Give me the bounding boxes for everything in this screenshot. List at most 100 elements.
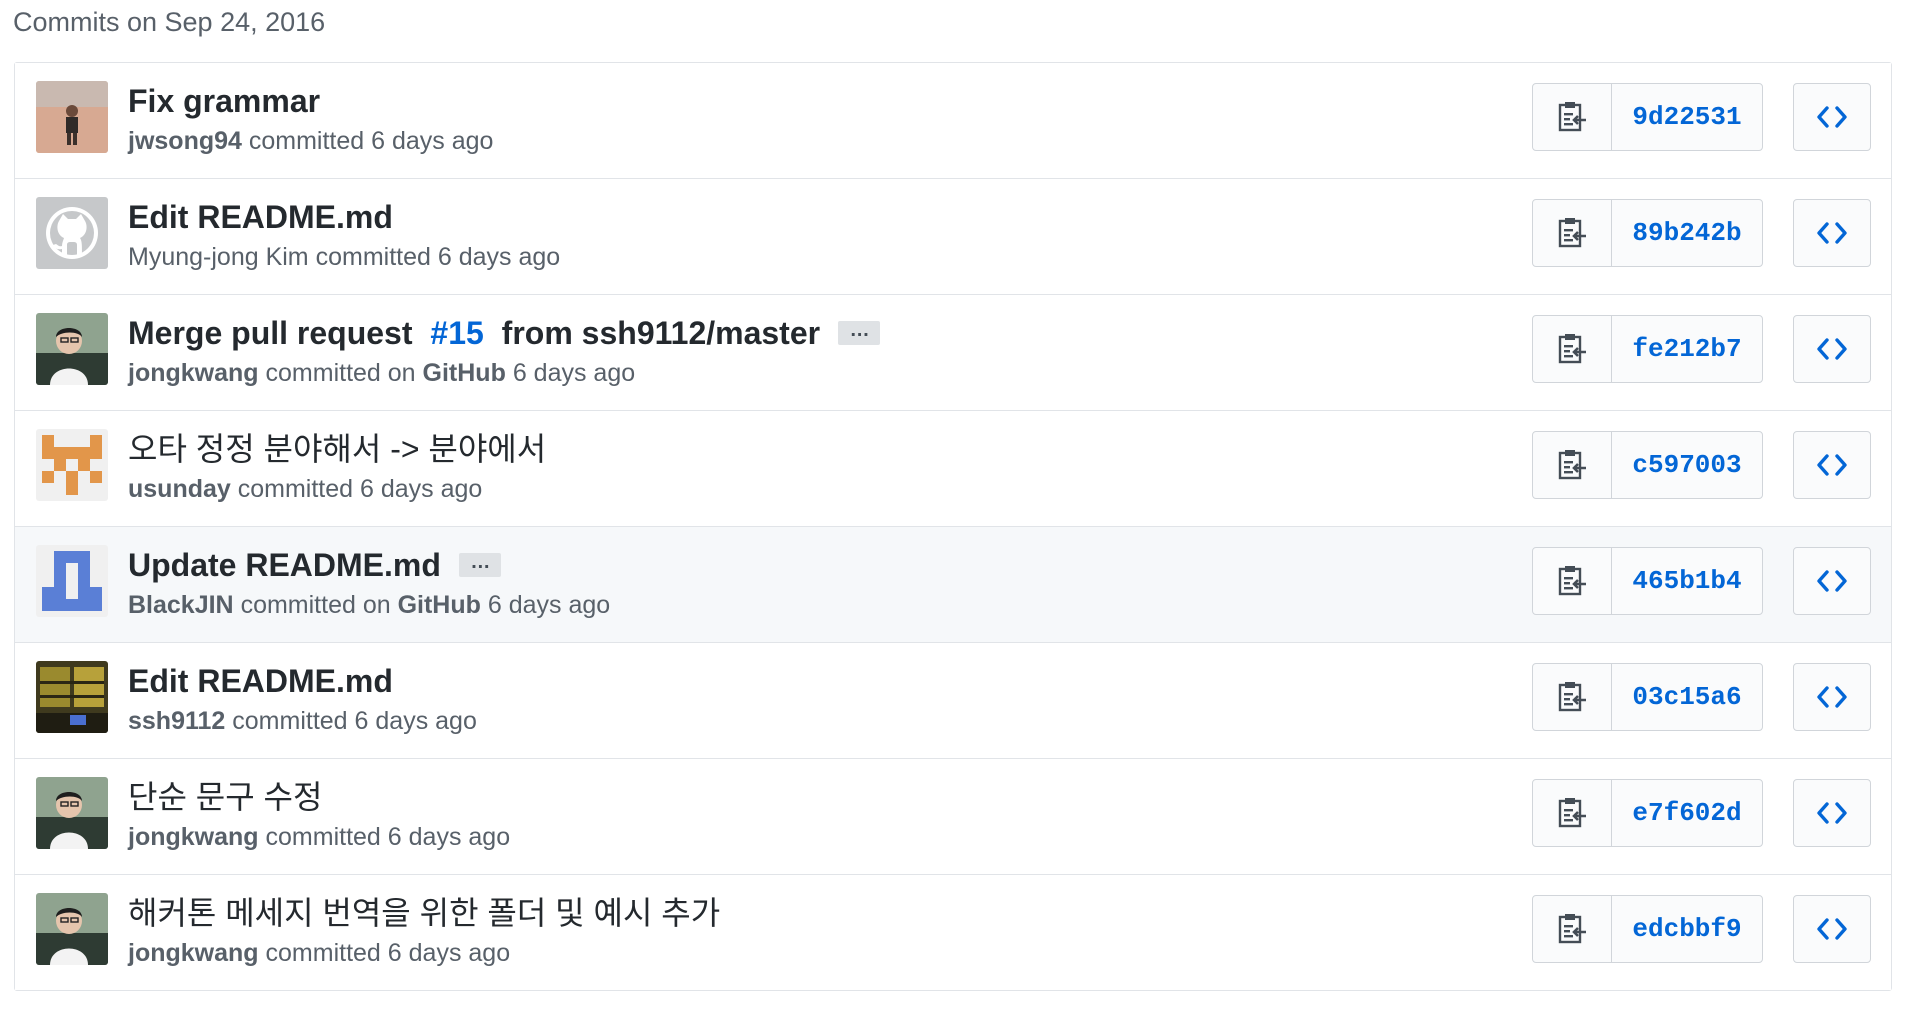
relative-time: 6 days ago xyxy=(437,243,561,271)
committed-label: committed xyxy=(248,127,365,155)
commit-row: Fix grammar jwsong94 committed 6 days ag… xyxy=(15,63,1891,178)
browse-repo-button[interactable] xyxy=(1793,895,1871,963)
author-avatar[interactable] xyxy=(36,81,108,153)
commit-title-text: Edit README.md xyxy=(128,199,393,235)
expand-message-button[interactable]: … xyxy=(838,320,881,345)
commit-title-text: Update README.md xyxy=(128,547,441,583)
committed-label: committed on xyxy=(265,359,416,387)
commit-meta: jongkwang committed 6 days ago xyxy=(128,821,510,853)
code-brackets-icon xyxy=(1817,570,1847,592)
author-avatar[interactable] xyxy=(36,313,108,385)
copy-sha-button[interactable] xyxy=(1533,780,1612,846)
commit-sha-link[interactable]: edcbbf9 xyxy=(1612,896,1762,962)
browse-repo-button[interactable] xyxy=(1793,547,1871,615)
avatar-photo-icon xyxy=(36,661,108,733)
author-avatar[interactable] xyxy=(36,197,108,269)
clipboard-copy-icon xyxy=(1558,798,1586,828)
browse-repo-button[interactable] xyxy=(1793,83,1871,151)
copy-sha-button[interactable] xyxy=(1533,84,1612,150)
browse-repo-button[interactable] xyxy=(1793,315,1871,383)
browse-repo-button[interactable] xyxy=(1793,779,1871,847)
code-brackets-icon xyxy=(1817,802,1847,824)
commit-sha-link[interactable]: fe212b7 xyxy=(1612,316,1762,382)
committer-platform: GitHub xyxy=(397,591,481,619)
committed-label: committed xyxy=(237,475,354,503)
commit-meta: jongkwang committed 6 days ago xyxy=(128,937,510,969)
commit-author-link[interactable]: jongkwang xyxy=(128,359,259,387)
commit-title-link[interactable]: Merge pull request #15 from ssh9112/mast… xyxy=(128,313,881,353)
commit-title-text: Merge pull request xyxy=(128,315,422,351)
commit-meta: jongkwang committed on GitHub 6 days ago xyxy=(128,357,635,389)
copy-sha-button[interactable] xyxy=(1533,664,1612,730)
github-octocat-icon xyxy=(36,197,108,269)
commit-title-link[interactable]: Fix grammar xyxy=(128,81,320,121)
code-brackets-icon xyxy=(1817,918,1847,940)
commit-sha-link[interactable]: 465b1b4 xyxy=(1612,548,1762,614)
commit-meta: ssh9112 committed 6 days ago xyxy=(128,705,477,737)
copy-sha-button[interactable] xyxy=(1533,896,1612,962)
commit-group-date: Commits on Sep 24, 2016 xyxy=(13,7,326,37)
commit-title-link[interactable]: 해커톤 메세지 번역을 위한 폴더 및 예시 추가 xyxy=(128,893,720,933)
clipboard-copy-icon xyxy=(1558,914,1586,944)
committer-platform: GitHub xyxy=(422,359,506,387)
commit-title-link[interactable]: Update README.md … xyxy=(128,545,501,585)
identicon-icon xyxy=(36,545,108,617)
identicon-icon xyxy=(36,429,108,501)
clipboard-copy-icon xyxy=(1558,450,1586,480)
commit-title-link[interactable]: 오타 정정 분야해서 -> 분야에서 xyxy=(128,429,546,469)
commit-author-link[interactable]: jwsong94 xyxy=(128,127,242,155)
commit-title-text: Edit README.md xyxy=(128,663,393,699)
commit-title-text: 단순 문구 수정 xyxy=(128,779,323,815)
copy-sha-button[interactable] xyxy=(1533,316,1612,382)
commit-title-text: 해커톤 메세지 번역을 위한 폴더 및 예시 추가 xyxy=(128,895,721,931)
commit-meta: jwsong94 committed 6 days ago xyxy=(128,125,493,157)
commit-author-link[interactable]: BlackJIN xyxy=(128,591,234,619)
sha-button-group: 465b1b4 xyxy=(1532,547,1763,615)
clipboard-copy-icon xyxy=(1558,102,1586,132)
commit-row: 오타 정정 분야해서 -> 분야에서 usunday committed 6 d… xyxy=(15,410,1891,526)
sha-button-group: fe212b7 xyxy=(1532,315,1763,383)
author-avatar[interactable] xyxy=(36,777,108,849)
commit-sha-link[interactable]: e7f602d xyxy=(1612,780,1762,846)
avatar-photo-icon xyxy=(36,313,108,385)
browse-repo-button[interactable] xyxy=(1793,663,1871,731)
pull-request-link[interactable]: #15 xyxy=(430,313,483,353)
browse-repo-button[interactable] xyxy=(1793,199,1871,267)
sha-button-group: 89b242b xyxy=(1532,199,1763,267)
commit-meta: BlackJIN committed on GitHub 6 days ago xyxy=(128,589,610,621)
commit-title-link[interactable]: Edit README.md xyxy=(128,661,393,701)
copy-sha-button[interactable] xyxy=(1533,432,1612,498)
author-avatar[interactable] xyxy=(36,545,108,617)
commit-sha-link[interactable]: 9d22531 xyxy=(1612,84,1762,150)
commit-title-text: Fix grammar xyxy=(128,83,321,119)
browse-repo-button[interactable] xyxy=(1793,431,1871,499)
code-brackets-icon xyxy=(1817,106,1847,128)
copy-sha-button[interactable] xyxy=(1533,200,1612,266)
commit-title-link[interactable]: 단순 문구 수정 xyxy=(128,777,322,817)
copy-sha-button[interactable] xyxy=(1533,548,1612,614)
expand-message-button[interactable]: … xyxy=(458,552,501,577)
commit-meta: Myung-jong Kim committed 6 days ago xyxy=(128,241,560,273)
commit-title-link[interactable]: Edit README.md xyxy=(128,197,393,237)
author-avatar[interactable] xyxy=(36,661,108,733)
author-avatar[interactable] xyxy=(36,893,108,965)
relative-time: 6 days ago xyxy=(487,591,611,619)
commit-author-link[interactable]: usunday xyxy=(128,475,231,503)
commit-author-link[interactable]: jongkwang xyxy=(128,939,259,967)
sha-button-group: e7f602d xyxy=(1532,779,1763,847)
sha-button-group: 9d22531 xyxy=(1532,83,1763,151)
committed-label: committed xyxy=(265,939,381,967)
commit-sha-link[interactable]: 89b242b xyxy=(1612,200,1762,266)
commit-list: Fix grammar jwsong94 committed 6 days ag… xyxy=(14,62,1892,991)
commit-sha-link[interactable]: 03c15a6 xyxy=(1612,664,1762,730)
author-avatar[interactable] xyxy=(36,429,108,501)
commit-row: 해커톤 메세지 번역을 위한 폴더 및 예시 추가 jongkwang comm… xyxy=(15,874,1891,990)
commit-author-link[interactable]: ssh9112 xyxy=(128,707,225,735)
commit-author-link[interactable]: jongkwang xyxy=(128,823,259,851)
commit-sha-link[interactable]: c597003 xyxy=(1612,432,1762,498)
relative-time: 6 days ago xyxy=(387,939,511,967)
clipboard-copy-icon xyxy=(1558,566,1586,596)
code-brackets-icon xyxy=(1817,338,1847,360)
committed-label: committed xyxy=(315,243,431,271)
commit-row: Edit README.md Myung-jong Kim committed … xyxy=(15,178,1891,294)
